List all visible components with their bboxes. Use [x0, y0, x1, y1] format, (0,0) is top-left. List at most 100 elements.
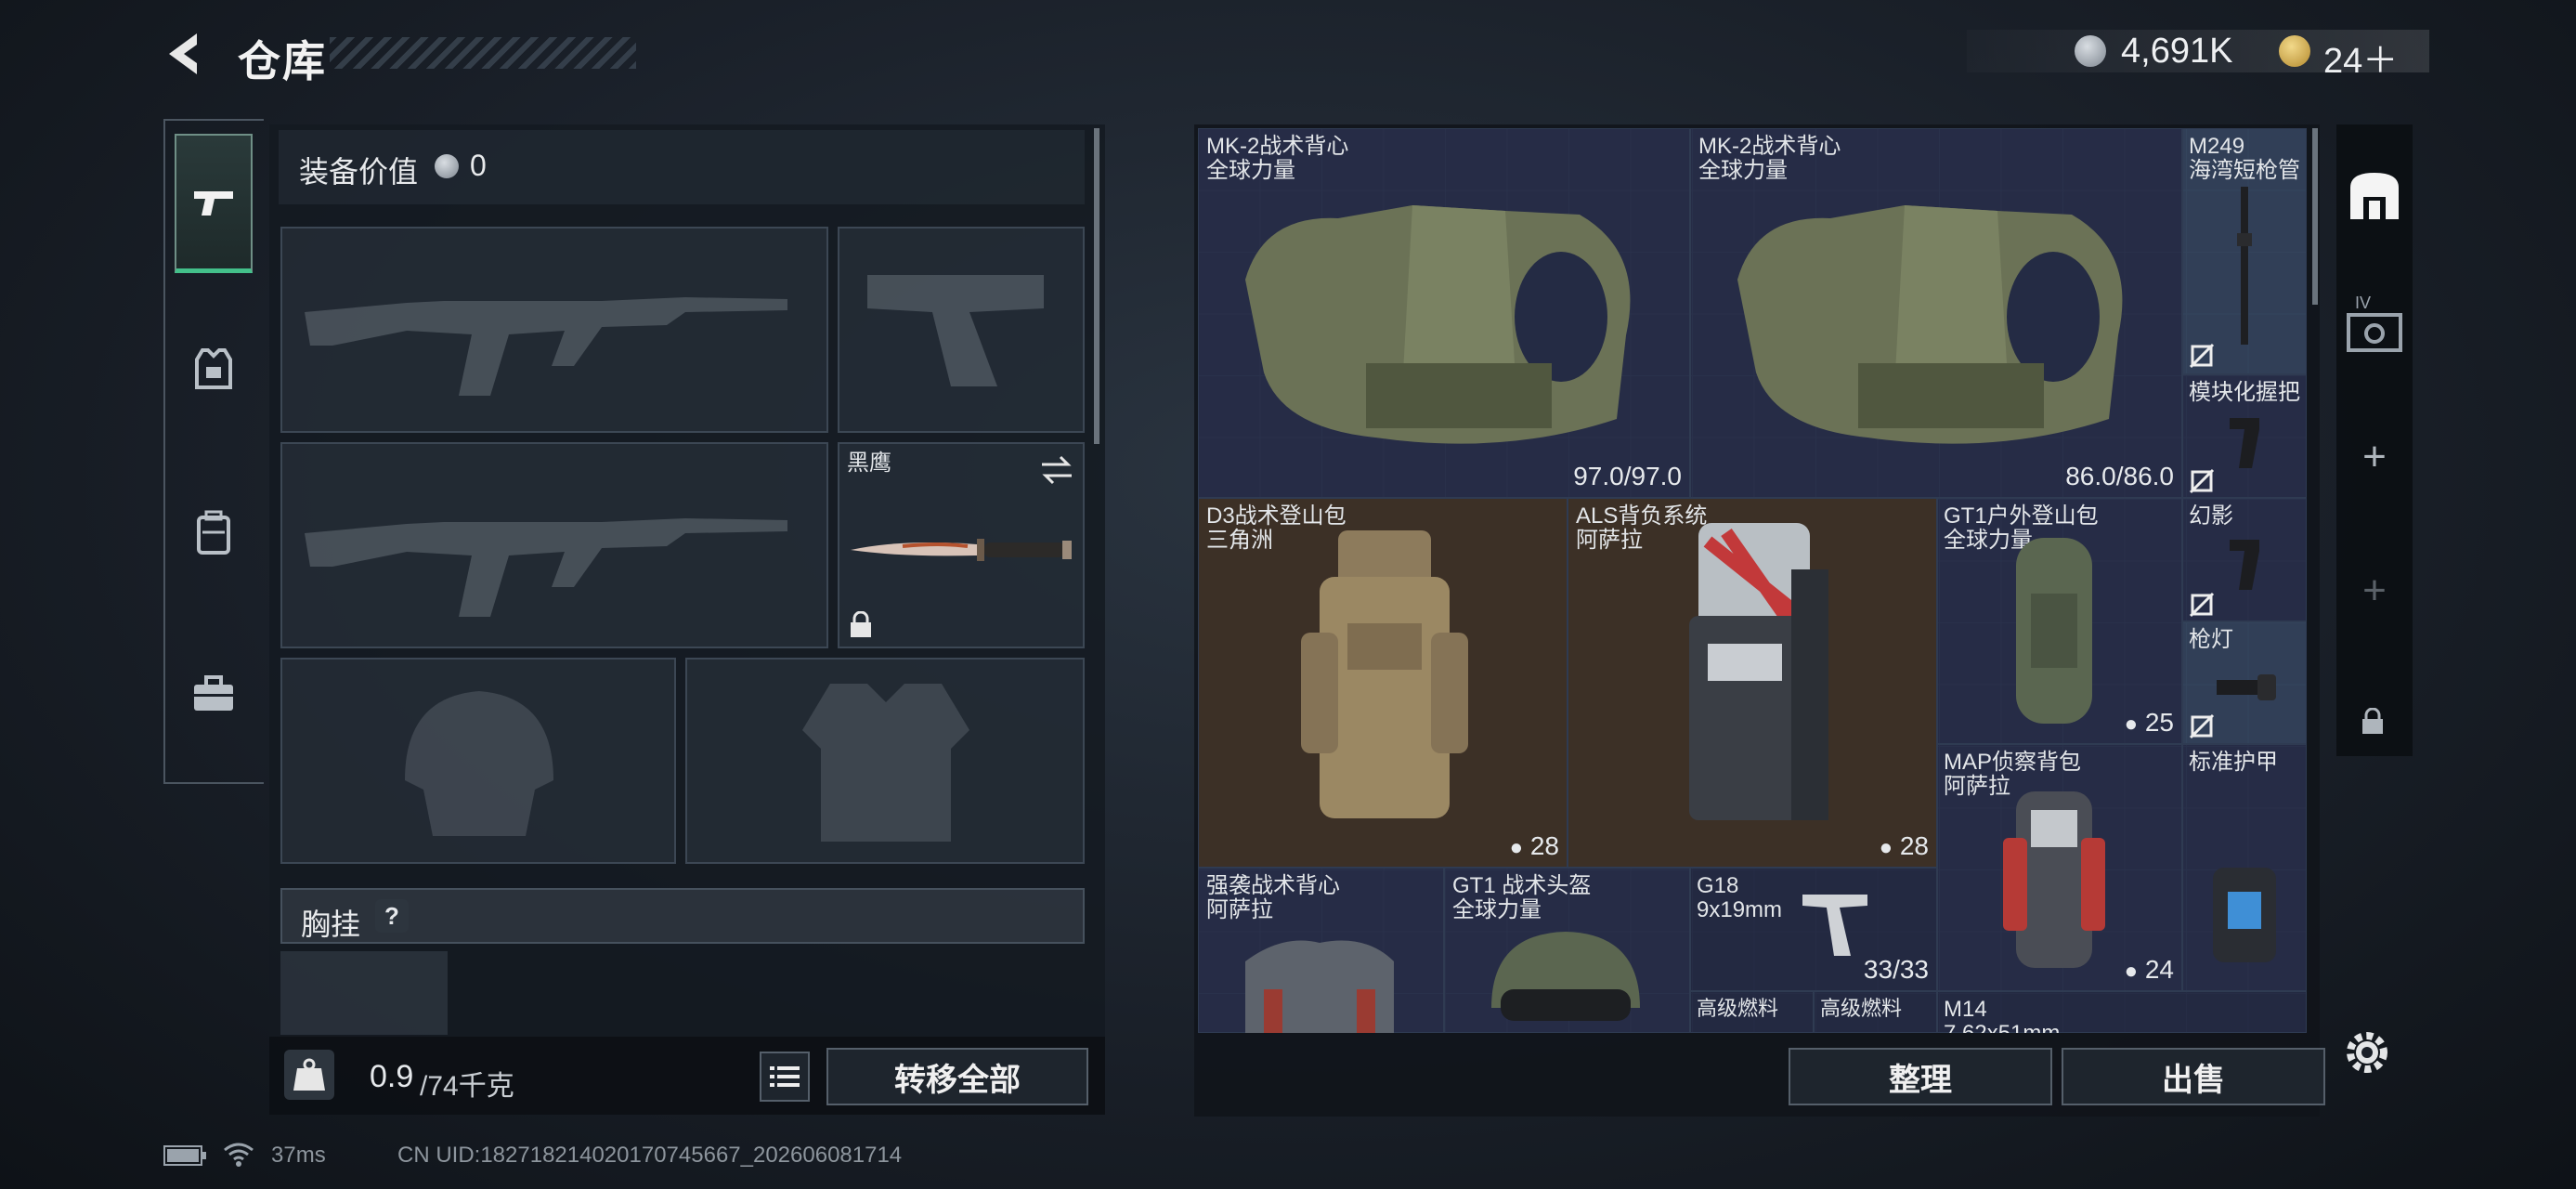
storage-item[interactable]: GT1 战术头盔 全球力量 [1444, 868, 1690, 1033]
equip-value: 0 [470, 149, 487, 182]
no-compat-icon [2189, 592, 2215, 618]
item-brand: 阿萨拉 [1576, 528, 1643, 553]
storage-scrollbar[interactable] [2312, 128, 2318, 305]
item-name: M14 [1944, 997, 1987, 1022]
storage-item[interactable]: 标准护甲 [2182, 744, 2307, 991]
user-uid: CN UID:182718214020170745667_20260608171… [397, 1143, 903, 1168]
chest-rig-row[interactable]: 胸挂 ? [280, 888, 1085, 944]
primary-weapon-slot[interactable] [280, 227, 828, 433]
backpack-image [1689, 523, 1828, 820]
item-name: M249 [2189, 134, 2245, 159]
no-compat-icon [2189, 468, 2215, 494]
storage-item[interactable]: 高级燃料 [1690, 991, 1814, 1033]
melee-slot[interactable]: 黑鹰 [838, 442, 1085, 648]
item-ammo: 33/33 [1863, 955, 1929, 984]
coin-icon [2075, 35, 2106, 67]
weight-max: /74千克 [420, 1071, 514, 1102]
transfer-all-button[interactable]: 转移全部 [826, 1048, 1088, 1105]
list-view-button[interactable] [760, 1052, 810, 1102]
tab-armor[interactable] [175, 299, 253, 438]
storage-item[interactable]: G18 9x19mm 33/33 [1690, 868, 1937, 991]
backpack-image [2016, 538, 2092, 724]
storage-item[interactable]: MK-2战术背心 全球力量 86.0/86.0 [1690, 128, 2182, 498]
item-brand: 阿萨拉 [1206, 897, 1273, 922]
sort-button[interactable]: 整理 [1789, 1048, 2052, 1105]
page-title: 仓库 [238, 37, 327, 85]
capacity-badge: ● 24 [2125, 955, 2174, 985]
armor-plate-image [2213, 868, 2276, 962]
toolbox-icon [194, 675, 233, 711]
no-compat-icon [2189, 343, 2215, 369]
capacity-badge: ● 25 [2125, 708, 2174, 738]
tab-level-label: IV [2355, 293, 2372, 312]
grip-image [2230, 540, 2259, 590]
tactical-vest-image [1245, 205, 1631, 444]
storage-item[interactable]: GT1户外登山包 全球力量 ● 25 [1937, 498, 2182, 744]
storage-item[interactable]: M249 海湾短枪管 [2182, 128, 2307, 374]
swap-icon[interactable] [1038, 453, 1075, 487]
ticket-balance[interactable]: 24＋ [2323, 32, 2398, 83]
item-brand: 阿萨拉 [1944, 774, 2010, 799]
tab-warehouse-4[interactable]: IV [2336, 271, 2413, 373]
storage-item[interactable]: 枪灯 [2182, 621, 2307, 744]
tab-weapons[interactable] [175, 134, 253, 273]
storage-item[interactable]: MK-2战术背心 全球力量 97.0/97.0 [1198, 128, 1690, 498]
knife-name: 黑鹰 [847, 451, 891, 476]
equip-value-label: 装备价值 [299, 155, 419, 189]
weight-current: 0.9 [370, 1059, 414, 1094]
tab-toolbox[interactable] [175, 624, 253, 764]
add-tab-button-disabled[interactable]: + [2336, 544, 2413, 637]
secondary-weapon-slot[interactable] [280, 442, 828, 648]
item-capacity: 28 [1899, 831, 1929, 860]
safe-box-icon [2347, 312, 2402, 352]
settings-gear-icon[interactable] [2342, 1027, 2392, 1078]
storage-item[interactable]: ALS背负系统 阿萨拉 ● 28 [1568, 498, 1937, 868]
body-armor-slot[interactable] [685, 658, 1085, 864]
back-arrow-icon[interactable] [160, 28, 212, 80]
item-capacity: 25 [2144, 708, 2174, 737]
helmet-image [1491, 932, 1640, 1021]
item-name: 模块化握把 [2189, 380, 2300, 405]
storage-item[interactable]: 幻影 [2182, 498, 2307, 621]
item-durability: 97.0/97.0 [1573, 462, 1682, 490]
help-badge[interactable]: ? [375, 899, 409, 933]
equip-value-row: 装备价值 0 [279, 130, 1085, 204]
storage-item[interactable]: D3战术登山包 三角洲 ● 28 [1198, 498, 1568, 868]
lock-icon[interactable] [2361, 708, 2385, 736]
tactical-vest-image [1245, 940, 1394, 1033]
capacity-badge: ● 28 [1880, 831, 1929, 861]
item-name: MAP侦察背包 [1944, 750, 2082, 775]
storage-item[interactable]: 模块化握把 [2182, 374, 2307, 498]
rifle-silhouette-icon [305, 297, 787, 396]
backpack-icon [197, 510, 230, 555]
coin-icon [435, 154, 459, 178]
chest-rig-slot[interactable] [280, 951, 448, 1035]
backpack-image [2003, 791, 2105, 968]
ticket-icon[interactable] [2279, 35, 2310, 67]
capacity-icon: ● [1509, 835, 1524, 860]
sell-button[interactable]: 出售 [2062, 1048, 2325, 1105]
storage-item[interactable]: 高级燃料 [1814, 991, 1937, 1033]
sidearm-slot[interactable] [838, 227, 1085, 433]
battery-icon [163, 1145, 206, 1166]
capacity-icon: ● [2124, 959, 2139, 984]
warehouse-icon [2350, 173, 2399, 219]
barrel-image [2237, 187, 2252, 345]
item-capacity: 24 [2144, 955, 2174, 984]
storage-item[interactable]: 强袭战术背心 阿萨拉 [1198, 868, 1444, 1033]
backpack-image [1301, 530, 1468, 818]
loadout-scrollbar[interactable] [1094, 128, 1099, 444]
title-decoration [330, 37, 636, 69]
helmet-slot[interactable] [280, 658, 676, 864]
weight-kg-icon [284, 1050, 334, 1100]
item-brand: 全球力量 [1452, 897, 1542, 922]
tab-warehouse-main[interactable] [2336, 139, 2413, 251]
helmet-silhouette-icon [405, 691, 553, 836]
capacity-icon: ● [1879, 835, 1893, 860]
list-icon [770, 1066, 800, 1087]
storage-item[interactable]: M14 7.62x51mm [1937, 991, 2307, 1033]
tab-backpack[interactable] [175, 463, 253, 602]
storage-item[interactable]: MAP侦察背包 阿萨拉 ● 24 [1937, 744, 2182, 991]
add-tab-button[interactable]: + [2336, 411, 2413, 503]
ping-readout: 37ms [271, 1143, 326, 1168]
